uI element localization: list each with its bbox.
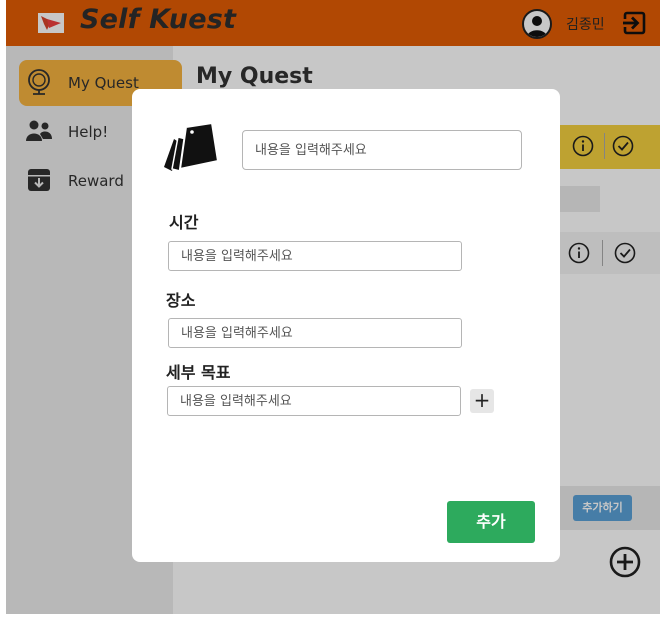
time-label: 시간 <box>169 213 199 232</box>
time-input[interactable] <box>168 241 462 271</box>
detail-goal-input[interactable] <box>167 386 461 416</box>
app-window: Self Kuest 김종민 My Quest Help! Reward My … <box>6 0 660 614</box>
add-detail-button[interactable]: + <box>470 389 494 413</box>
detail-goal-label: 세부 목표 <box>166 363 231 382</box>
place-input[interactable] <box>168 318 462 348</box>
submit-button[interactable]: 추가 <box>447 501 535 543</box>
cards-icon <box>158 119 222 177</box>
place-label: 장소 <box>166 291 196 310</box>
quest-title-input[interactable] <box>242 130 522 170</box>
add-quest-modal: 시간 장소 세부 목표 + 추가 <box>132 89 560 562</box>
